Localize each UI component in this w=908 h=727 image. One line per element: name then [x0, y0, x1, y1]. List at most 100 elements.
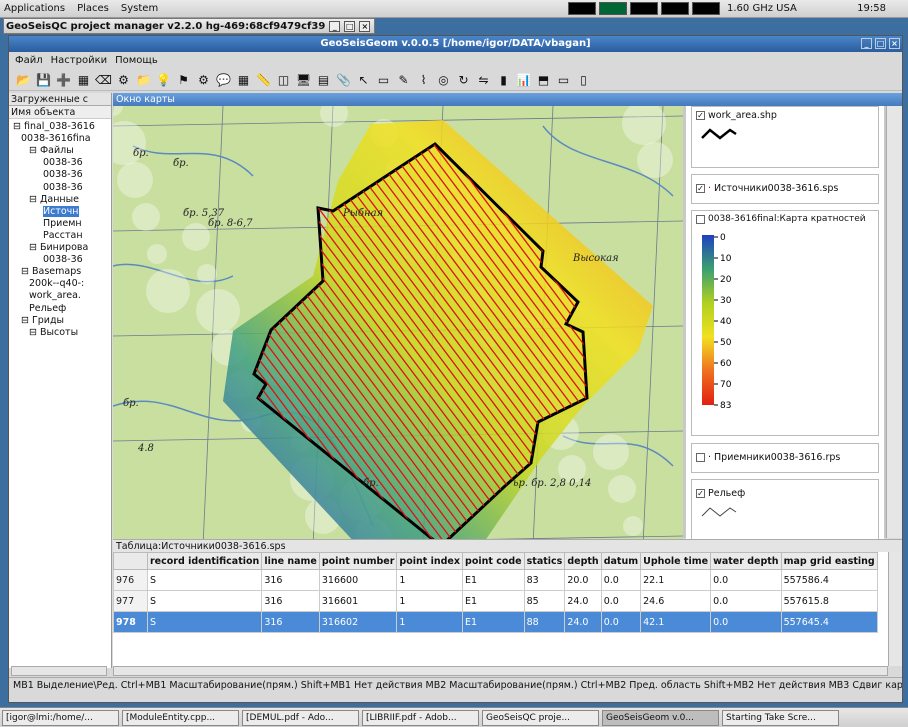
- save-icon[interactable]: 💾: [35, 71, 52, 88]
- table-cell[interactable]: 316601: [318, 590, 398, 612]
- tree-item[interactable]: work_area.: [29, 290, 81, 301]
- tree-item[interactable]: ⊟ Бинирова: [29, 242, 88, 253]
- row-number[interactable]: 976: [113, 569, 148, 591]
- layer-relief[interactable]: ✓ Рельеф: [691, 479, 879, 541]
- taskbar-button[interactable]: [DEMUL.pdf - Ado...: [242, 709, 359, 726]
- table-cell[interactable]: S: [146, 590, 263, 612]
- refresh-icon[interactable]: ↻: [455, 71, 472, 88]
- ruler-icon[interactable]: 📏: [255, 71, 272, 88]
- table-cell[interactable]: 22.1: [640, 569, 712, 591]
- raster-icon[interactable]: ▦: [75, 71, 92, 88]
- map-canvas[interactable]: бр. бр. бр. 8-6,7бр. 5,37 Рыбная Высокая 4.8 ь…: [113, 106, 683, 546]
- clip-icon[interactable]: 📎: [335, 71, 352, 88]
- table-cell[interactable]: 1: [396, 611, 464, 633]
- taskbar-button[interactable]: [LIBRIIF.pdf - Adob...: [362, 709, 479, 726]
- table-cell[interactable]: 557586.4: [780, 569, 878, 591]
- row-number[interactable]: 978: [113, 611, 148, 633]
- bulb-icon[interactable]: 💡: [155, 71, 172, 88]
- maximize-icon[interactable]: □: [344, 20, 356, 32]
- applications-menu[interactable]: Applications: [4, 3, 65, 14]
- column-header[interactable]: Имя объекта: [9, 106, 111, 119]
- table-cell[interactable]: 20.0: [564, 569, 602, 591]
- table-cell[interactable]: E1: [462, 569, 525, 591]
- system-menu[interactable]: System: [121, 3, 158, 14]
- column-header[interactable]: record identification: [146, 552, 263, 570]
- taskbar-button[interactable]: Starting Take Scre...: [722, 709, 839, 726]
- column-header[interactable]: Uphole time: [640, 552, 712, 570]
- table-cell[interactable]: 0.0: [710, 590, 782, 612]
- pencil-icon[interactable]: ✎: [395, 71, 412, 88]
- close-icon[interactable]: ×: [359, 20, 371, 32]
- tree-item[interactable]: Приемн: [43, 218, 82, 229]
- table-cell[interactable]: S: [146, 611, 263, 633]
- layer-checkbox[interactable]: ✓: [696, 111, 705, 120]
- tree-hscrollbar[interactable]: [11, 666, 107, 676]
- tree-item[interactable]: ⊟ Файлы: [29, 145, 74, 156]
- minimize-icon[interactable]: _: [861, 38, 872, 49]
- taskbar-button[interactable]: GeoSeisQC proje...: [482, 709, 599, 726]
- open-folder-icon[interactable]: 📂: [15, 71, 32, 88]
- layer-icon[interactable]: ◫: [275, 71, 292, 88]
- table-cell[interactable]: 83: [523, 569, 566, 591]
- rect-select-icon[interactable]: ▭: [375, 71, 392, 88]
- tree-item[interactable]: Рельеф: [29, 303, 66, 314]
- tree-item[interactable]: Источн: [43, 205, 79, 217]
- column-header[interactable]: water depth: [710, 552, 782, 570]
- tree-item[interactable]: 0038-36: [43, 169, 83, 180]
- menu-settings[interactable]: Настройки: [51, 55, 107, 66]
- table-row[interactable]: 976 S 316 316600 1 E1 83 20.0 0.0 22.1 0.0 557586.4: [113, 569, 878, 591]
- layer-fold-map[interactable]: 0038-3616final:Карта кратностей 0 10 20 30 4…: [691, 210, 879, 436]
- eraser-icon[interactable]: ⌫: [95, 71, 112, 88]
- table-cell[interactable]: 1: [396, 569, 464, 591]
- histogram-icon[interactable]: ▮: [495, 71, 512, 88]
- table-cell[interactable]: S: [146, 569, 263, 591]
- table-cell[interactable]: 88: [523, 611, 566, 633]
- layer-sources[interactable]: ✓ · Источники0038-3616.sps: [691, 174, 879, 204]
- clock[interactable]: 19:58: [857, 3, 886, 14]
- table-cell[interactable]: 0.0: [710, 611, 782, 633]
- table-cell[interactable]: 316: [261, 611, 320, 633]
- table-cell[interactable]: 316602: [318, 611, 398, 633]
- layer-checkbox[interactable]: ✓: [696, 184, 705, 193]
- table-cell[interactable]: 0.0: [710, 569, 782, 591]
- tree-item[interactable]: ⊟ Basemaps: [21, 266, 81, 277]
- places-menu[interactable]: Places: [77, 3, 109, 14]
- table-row[interactable]: 978 S 316 316602 1 E1 88 24.0 0.0 42.1 0.0 557645.4: [113, 611, 878, 633]
- window-titlebar[interactable]: GeoSeisGeom v.0.0.5 [/home/igor/DATA/vba…: [9, 36, 902, 52]
- menu-help[interactable]: Помощь: [115, 55, 158, 66]
- panel-icon[interactable]: ▯: [575, 71, 592, 88]
- table-cell[interactable]: 557645.4: [780, 611, 878, 633]
- column-header[interactable]: point index: [396, 552, 464, 570]
- taskbar-button[interactable]: [ModuleEntity.cpp...: [122, 709, 239, 726]
- layers-scrollbar[interactable]: [886, 106, 902, 538]
- table-cell[interactable]: 316: [261, 590, 320, 612]
- bubble-icon[interactable]: 💬: [215, 71, 232, 88]
- flip-icon[interactable]: ⇋: [475, 71, 492, 88]
- target-icon[interactable]: ◎: [435, 71, 452, 88]
- table-row[interactable]: 977 S 316 316601 1 E1 85 24.0 0.0 24.6 0.0 557615.8: [113, 590, 878, 612]
- table-cell[interactable]: 24.0: [564, 590, 602, 612]
- split-horizontal-icon[interactable]: ⬒: [535, 71, 552, 88]
- tree-item[interactable]: ⊟ Данные: [29, 194, 79, 205]
- polyline-icon[interactable]: ⌇: [415, 71, 432, 88]
- tree-item[interactable]: Расстан: [43, 230, 83, 241]
- column-header[interactable]: depth: [564, 552, 602, 570]
- taskbar-button[interactable]: GeoSeisGeom v.0...: [602, 709, 719, 726]
- column-header[interactable]: statics: [523, 552, 566, 570]
- table-cell[interactable]: E1: [462, 611, 525, 633]
- tree-item[interactable]: 0038-36: [43, 182, 83, 193]
- pointer-icon[interactable]: ↖: [355, 71, 372, 88]
- layer-receivers[interactable]: · Приемники0038-3616.rps: [691, 443, 879, 473]
- table-cell[interactable]: 24.0: [564, 611, 602, 633]
- column-header[interactable]: point number: [318, 552, 398, 570]
- add-layer-icon[interactable]: ➕: [55, 71, 72, 88]
- minimize-icon[interactable]: _: [329, 20, 341, 32]
- bars-icon[interactable]: 📊: [515, 71, 532, 88]
- maximize-icon[interactable]: □: [875, 38, 886, 49]
- flag-icon[interactable]: ⚑: [175, 71, 192, 88]
- table-cell[interactable]: 0.0: [600, 590, 642, 612]
- table-cell[interactable]: 557615.8: [780, 590, 878, 612]
- tree-item[interactable]: 200k--q40-:: [29, 278, 84, 289]
- table-cell[interactable]: E1: [462, 590, 525, 612]
- table-scrollbar[interactable]: [888, 552, 902, 666]
